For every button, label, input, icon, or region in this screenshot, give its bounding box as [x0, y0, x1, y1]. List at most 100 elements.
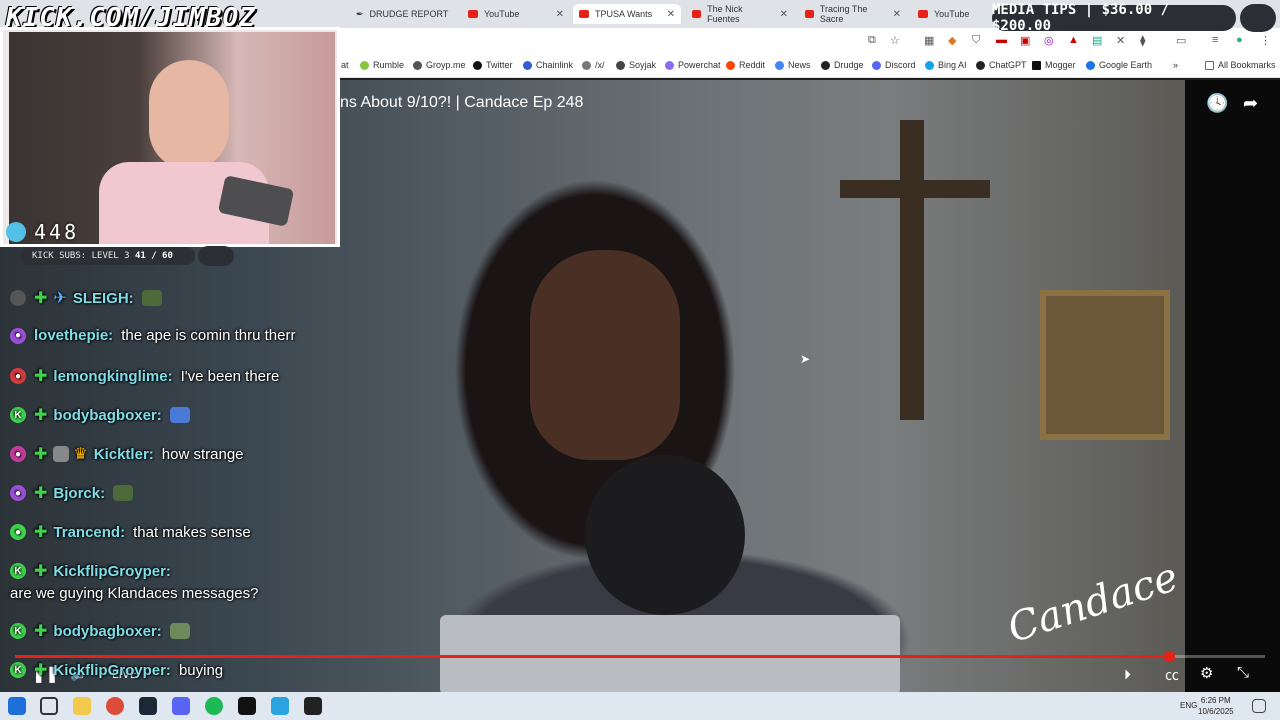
- bookmarks-overflow-chevron[interactable]: »: [1173, 60, 1178, 70]
- watch-later-clock-icon[interactable]: 🕓: [1206, 93, 1228, 114]
- file-explorer-icon[interactable]: [73, 697, 91, 715]
- sub-diamond-icon: ✚: [34, 485, 48, 502]
- bookmark-star-icon[interactable]: ☆: [890, 34, 900, 47]
- sidebar-icon[interactable]: ▭: [1176, 34, 1186, 47]
- notifications-icon[interactable]: [1252, 699, 1266, 713]
- tab-tracing-the-sacred[interactable]: Tracing The Sacre ✕: [799, 4, 907, 24]
- media-tips-logo: [1240, 4, 1276, 32]
- chat-text: are we guying Klandaces messages?: [10, 585, 259, 602]
- chat-username: KickflipGroyper:: [53, 562, 171, 580]
- bookmark-label: ChatGPT: [989, 60, 1027, 70]
- youtube-icon: [468, 10, 478, 18]
- webcam-feed: [9, 32, 335, 244]
- bookmark-x-board[interactable]: /x/: [582, 60, 605, 70]
- bookmark-news[interactable]: News: [775, 60, 811, 70]
- extensions-puzzle-icon[interactable]: ⧫: [1140, 34, 1145, 47]
- close-icon[interactable]: ✕: [659, 9, 675, 20]
- windows-start-icon[interactable]: [8, 697, 26, 715]
- language-indicator[interactable]: ENG: [1180, 701, 1197, 710]
- extension-icon[interactable]: ▦: [924, 34, 934, 47]
- discord-icon[interactable]: [172, 697, 190, 715]
- drudge-icon: [821, 60, 830, 70]
- shield-icon[interactable]: ⛉: [972, 34, 980, 47]
- chat-emote: [113, 485, 134, 501]
- install-app-icon[interactable]: ⧉: [868, 34, 876, 47]
- profile-icon[interactable]: ●: [1236, 34, 1243, 46]
- task-view-icon[interactable]: [40, 697, 58, 715]
- bookmark-bing-ai[interactable]: Bing AI: [925, 60, 967, 70]
- globe-icon: [1086, 60, 1095, 70]
- cursor-icon: ➤: [800, 352, 811, 366]
- chat-message: ● lovethepie: the ape is comin thru ther…: [10, 327, 295, 344]
- tab-drudge-report[interactable]: ✒ DRUDGE REPORT: [350, 4, 460, 24]
- powerchat-icon: [665, 60, 674, 70]
- system-clock[interactable]: 6:26 PM 10/6/2025: [1198, 695, 1234, 717]
- chat-username: lovethepie:: [34, 327, 114, 344]
- captions-icon[interactable]: ㏄: [1165, 665, 1179, 685]
- bookmark-twitter[interactable]: Twitter: [473, 60, 513, 70]
- bookmark-powerchat[interactable]: Powerchat: [665, 60, 721, 70]
- menu-icon[interactable]: ⋮: [1260, 34, 1271, 47]
- bookmark-chatgpt[interactable]: ChatGPT: [976, 60, 1027, 70]
- chat-username: Trancend:: [53, 523, 126, 541]
- steam-icon[interactable]: [139, 697, 157, 715]
- bookmark-all-bookmarks[interactable]: All Bookmarks: [1205, 60, 1276, 70]
- x-icon[interactable]: ✕: [1116, 34, 1125, 47]
- bookmark-discord[interactable]: Discord: [872, 60, 916, 70]
- chrome-icon[interactable]: [106, 697, 124, 715]
- chat-message: ✚ ✈ SLEIGH:: [10, 288, 162, 308]
- bookmark-label: News: [788, 60, 811, 70]
- exit-fullscreen-icon[interactable]: ⤡: [1237, 664, 1249, 681]
- video-progress-bar[interactable]: [15, 651, 1265, 662]
- kick-badge: K: [10, 563, 26, 579]
- telegram-icon[interactable]: [271, 697, 289, 715]
- tab-youtube-2[interactable]: YouTube: [912, 4, 992, 24]
- tab-tpusa-wants[interactable]: TPUSA Wants ✕: [573, 4, 681, 24]
- chat-username: bodybagboxer:: [53, 622, 162, 640]
- progress-scrubber[interactable]: [1163, 651, 1175, 662]
- chat-emote: [141, 290, 162, 306]
- extension-icon[interactable]: ▤: [1092, 34, 1102, 47]
- bookmark-item[interactable]: at: [341, 60, 349, 70]
- bookmark-soyjak[interactable]: Soyjak: [616, 60, 656, 70]
- settings-gear-icon[interactable]: ⚙: [1200, 664, 1213, 682]
- terminal-icon[interactable]: [238, 697, 256, 715]
- bookmark-groyp[interactable]: Groyp.me: [413, 60, 466, 70]
- progress-fill: [15, 655, 1169, 658]
- extension-icon[interactable]: ◎: [1044, 34, 1054, 47]
- extension-icon[interactable]: ▬: [996, 34, 1007, 46]
- autoplay-toggle[interactable]: ⏵: [1124, 666, 1131, 683]
- chat-username: SLEIGH:: [72, 289, 134, 307]
- spotify-icon[interactable]: [205, 697, 223, 715]
- extension-icon[interactable]: ▣: [1020, 34, 1030, 47]
- bookmark-chainlink[interactable]: Chainlink: [523, 60, 573, 70]
- candace-signature: Candace: [1002, 553, 1184, 653]
- bookmark-drudge[interactable]: Drudge: [821, 60, 864, 70]
- metamask-icon[interactable]: ◆: [948, 34, 956, 47]
- kick-subs-label: KICK SUBS: LEVEL 3: [32, 251, 130, 261]
- app-icon[interactable]: [304, 697, 322, 715]
- clock-time: 6:26 PM: [1200, 696, 1231, 705]
- bookmark-label: /x/: [595, 60, 605, 70]
- share-arrow-icon[interactable]: ➦: [1243, 93, 1258, 114]
- sub-diamond-icon: ✚: [34, 623, 48, 640]
- sub-diamond-icon: ✚: [34, 662, 48, 679]
- bookmark-rumble[interactable]: Rumble: [360, 60, 404, 70]
- tab-nick-fuentes[interactable]: The Nick Fuentes ✕: [686, 4, 794, 24]
- bookmark-label: Groyp.me: [426, 60, 466, 70]
- bookmark-mogger[interactable]: Mogger: [1032, 60, 1076, 70]
- bookmark-reddit[interactable]: Reddit: [726, 60, 765, 70]
- video-title[interactable]: ns About 9/10?! | Candace Ep 248: [340, 94, 583, 112]
- chat-text: that makes sense: [133, 523, 251, 541]
- bookmark-label: Chainlink: [536, 60, 574, 70]
- extension-icon[interactable]: ▲: [1068, 34, 1079, 46]
- close-icon[interactable]: ✕: [548, 9, 564, 20]
- chat-message: ● ✚ lemongkinglime: I've been there: [10, 366, 279, 386]
- bookmark-google-earth[interactable]: Google Earth: [1086, 60, 1152, 70]
- bookmark-label: Mogger: [1045, 60, 1076, 70]
- media-icon[interactable]: ≡: [1212, 34, 1218, 46]
- kick-badge: K: [10, 407, 26, 423]
- tab-youtube-1[interactable]: YouTube ✕: [462, 4, 570, 24]
- close-icon[interactable]: ✕: [885, 9, 901, 20]
- close-icon[interactable]: ✕: [772, 9, 788, 20]
